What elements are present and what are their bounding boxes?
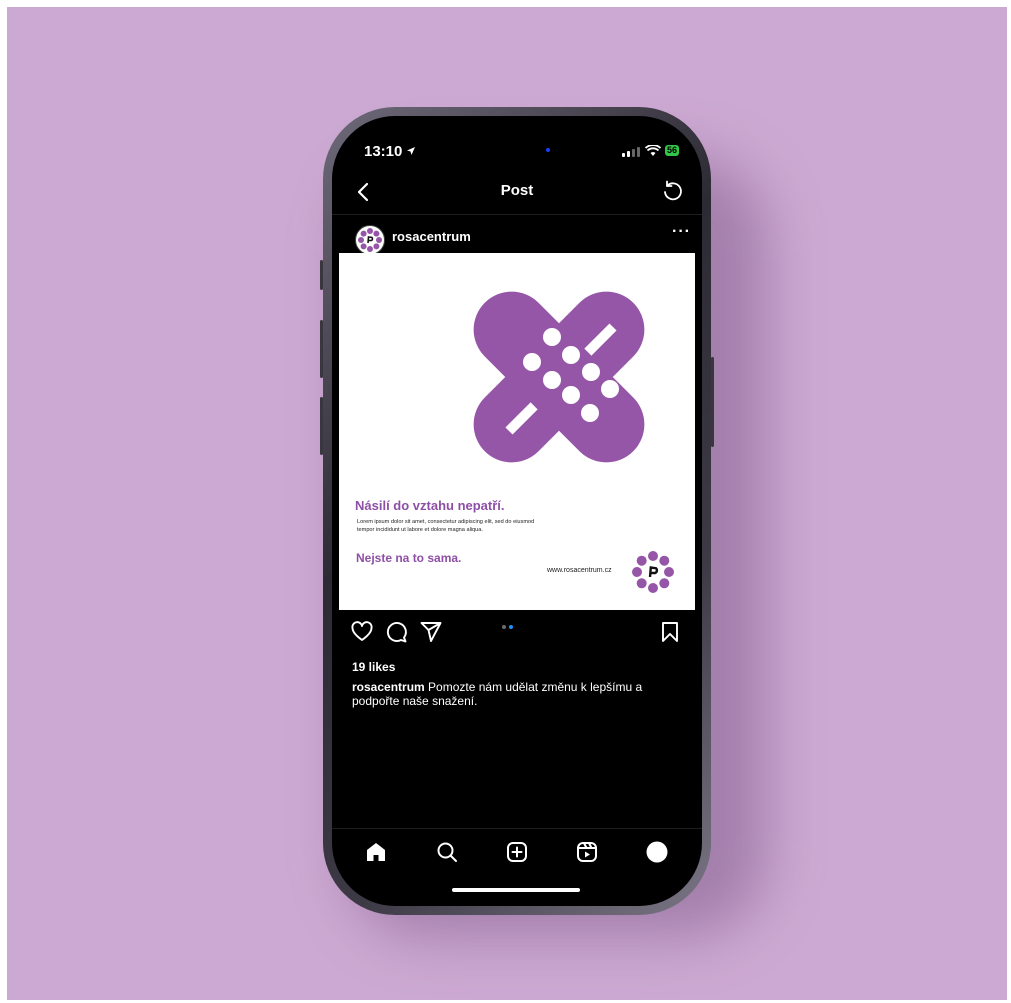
volume-down-button <box>320 397 323 455</box>
backdrop: 13:10 56 Post rosacentrum ··· Násilí do … <box>7 7 1007 1000</box>
reels-icon[interactable] <box>575 840 599 864</box>
dynamic-island <box>456 130 580 164</box>
post-caption: rosacentrum Pomozte nám udělat změnu k l… <box>352 680 672 708</box>
comment-icon[interactable] <box>384 620 408 644</box>
avatar[interactable] <box>355 225 385 255</box>
page-title: Post <box>500 182 534 199</box>
post-website: www.rosacentrum.cz <box>547 567 612 574</box>
carousel-dot-active <box>509 625 513 629</box>
post-headline: Násilí do vztahu nepatří. <box>355 498 505 513</box>
phone-screen: 13:10 56 Post rosacentrum ··· Násilí do … <box>332 116 702 906</box>
share-icon[interactable] <box>419 620 443 644</box>
create-icon[interactable] <box>505 840 529 864</box>
caption-username[interactable]: rosacentrum <box>352 680 425 694</box>
post-tagline: Nejste na to sama. <box>356 551 462 565</box>
post-image[interactable]: Násilí do vztahu nepatří. Lorem ipsum do… <box>339 253 695 610</box>
home-icon[interactable] <box>364 840 388 864</box>
carousel-indicator <box>502 625 513 629</box>
battery-icon: 56 <box>665 145 680 156</box>
wifi-icon <box>644 144 662 162</box>
likes-count[interactable]: 19 likes <box>352 660 395 674</box>
bookmark-icon[interactable] <box>658 620 682 644</box>
profile-icon[interactable] <box>645 840 669 864</box>
search-icon[interactable] <box>435 840 459 864</box>
signal-icon <box>622 147 640 157</box>
tabbar-divider <box>332 828 702 829</box>
heart-icon[interactable] <box>350 620 374 644</box>
phone-frame: 13:10 56 Post rosacentrum ··· Násilí do … <box>320 107 714 915</box>
rosacentrum-logo <box>631 550 675 594</box>
post-body-text: Lorem ipsum dolor sit amet, consectetur … <box>357 519 535 533</box>
post-username[interactable]: rosacentrum <box>392 229 471 244</box>
power-button <box>711 357 714 447</box>
volume-up-button <box>320 320 323 378</box>
location-arrow-icon <box>406 143 416 160</box>
home-indicator[interactable] <box>452 888 580 892</box>
more-icon[interactable]: ··· <box>672 223 691 241</box>
refresh-icon[interactable] <box>660 179 686 205</box>
status-time: 13:10 <box>364 143 416 160</box>
header-divider <box>332 214 702 215</box>
silent-switch <box>320 260 323 290</box>
carousel-dot <box>502 625 506 629</box>
